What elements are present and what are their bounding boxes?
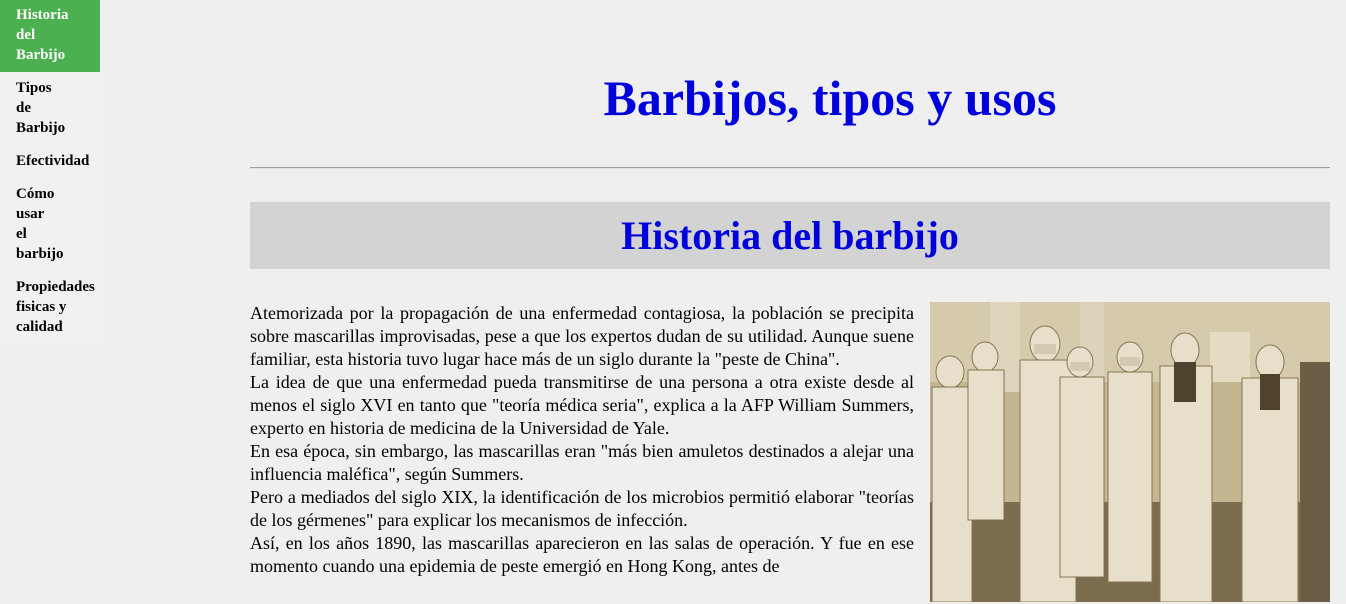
nav-tipos-de-barbijo[interactable]: Tipos de Barbijo: [0, 72, 100, 145]
article-content: Atemorizada por la propagación de una en…: [250, 302, 1330, 602]
nav-historia-del-barbijo[interactable]: Historia del Barbijo: [0, 0, 100, 72]
paragraph: Así, en los años 1890, las mascarillas a…: [250, 533, 914, 576]
divider: [250, 167, 1330, 169]
sidebar-nav: Historia del Barbijo Tipos de Barbijo Ef…: [0, 0, 100, 344]
paragraph: En esa época, sin embargo, las mascarill…: [250, 441, 914, 484]
nav-como-usar[interactable]: Cómo usar el barbijo: [0, 178, 100, 271]
section-heading: Historia del barbijo: [250, 202, 1330, 269]
paragraph: Pero a mediados del siglo XIX, la identi…: [250, 487, 914, 530]
article-text: Atemorizada por la propagación de una en…: [250, 302, 914, 578]
paragraph: Atemorizada por la propagación de una en…: [250, 303, 914, 369]
paragraph: La idea de que una enfermedad pueda tran…: [250, 372, 914, 438]
surgeons-photo-illustration: [930, 302, 1330, 602]
nav-efectividad[interactable]: Efectividad: [0, 145, 100, 178]
nav-propiedades[interactable]: Propiedades fisicas y calidad: [0, 271, 100, 344]
page-title: Barbijos, tipos y usos: [603, 70, 1057, 126]
main-content: Barbijos, tipos y usos Historia del barb…: [250, 0, 1330, 602]
historical-photo: [930, 302, 1330, 602]
